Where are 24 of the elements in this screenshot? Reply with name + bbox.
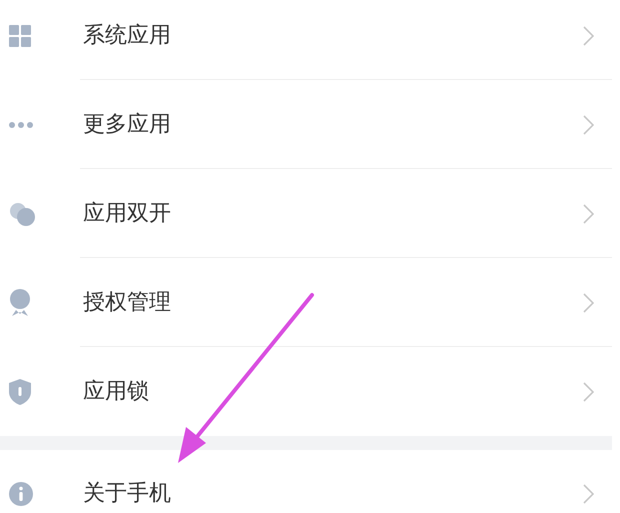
row-label: 更多应用	[82, 111, 172, 139]
row-label: 应用锁	[82, 378, 150, 406]
overlapping-circles-icon	[9, 202, 35, 226]
shield-lock-icon	[9, 378, 31, 404]
chevron-right-icon	[583, 292, 594, 312]
chevron-right-icon	[583, 382, 594, 402]
row-label: 应用双开	[82, 200, 172, 228]
chevron-right-icon	[583, 26, 594, 46]
chevron-right-icon	[583, 114, 594, 134]
row-label: 授权管理	[82, 289, 172, 317]
info-icon	[9, 482, 33, 506]
chevron-right-icon	[583, 204, 594, 224]
chevron-right-icon	[583, 484, 594, 504]
settings-row[interactable]: 应用锁	[0, 347, 612, 436]
settings-row[interactable]: 应用双开	[0, 169, 612, 258]
more-icon	[9, 122, 33, 128]
row-label: 系统应用	[82, 22, 172, 50]
row-label: 关于手机	[82, 480, 172, 508]
settings-row[interactable]: 更多应用	[0, 80, 612, 169]
grid-icon	[9, 24, 31, 46]
settings-row[interactable]: 关于手机	[0, 450, 612, 513]
settings-row[interactable]: 授权管理	[0, 258, 612, 347]
medal-icon	[9, 288, 31, 316]
settings-row[interactable]: 系统应用	[0, 0, 612, 80]
